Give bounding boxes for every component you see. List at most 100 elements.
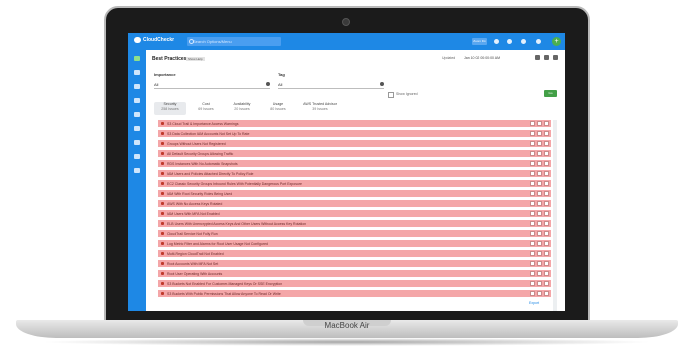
sidebar-cloud-icon[interactable] xyxy=(134,84,140,89)
info-icon[interactable] xyxy=(530,181,535,186)
expand-icon[interactable] xyxy=(544,251,549,256)
ignore-icon[interactable] xyxy=(537,171,542,176)
print-icon[interactable] xyxy=(544,55,549,60)
ignore-icon[interactable] xyxy=(537,131,542,136)
sidebar-mail-icon[interactable] xyxy=(134,154,140,159)
list-item[interactable]: RDS Instances With No Automatic Snapshot… xyxy=(158,160,551,168)
help-icon[interactable] xyxy=(507,39,512,44)
sidebar-list-icon[interactable] xyxy=(134,56,140,61)
list-item[interactable]: All Default Security Groups Allowing Tra… xyxy=(158,150,551,158)
info-icon[interactable] xyxy=(530,151,535,156)
expand-icon[interactable] xyxy=(544,201,549,206)
expand-icon[interactable] xyxy=(544,141,549,146)
export-link[interactable]: Export xyxy=(529,301,539,305)
list-item[interactable]: Log Metric Filter and Alarms for Root Us… xyxy=(158,240,551,248)
ignore-icon[interactable] xyxy=(537,231,542,236)
list-item[interactable]: S3 Data Collection IAM Accounts Not Set … xyxy=(158,130,551,138)
info-icon[interactable] xyxy=(530,241,535,246)
ignore-icon[interactable] xyxy=(537,181,542,186)
expand-icon[interactable] xyxy=(544,131,549,136)
close-icon[interactable] xyxy=(535,55,540,60)
ignore-icon[interactable] xyxy=(537,201,542,206)
expand-icon[interactable] xyxy=(544,211,549,216)
info-icon[interactable] xyxy=(530,221,535,226)
ignore-icon[interactable] xyxy=(537,161,542,166)
info-icon[interactable] xyxy=(530,231,535,236)
info-icon[interactable] xyxy=(530,191,535,196)
sidebar-shield-icon[interactable] xyxy=(134,98,140,103)
expand-icon[interactable] xyxy=(544,261,549,266)
search-input[interactable]: Search Options/Menu xyxy=(187,37,281,46)
info-icon[interactable] xyxy=(530,251,535,256)
show-ignored-checkbox[interactable] xyxy=(388,92,394,98)
ignore-icon[interactable] xyxy=(537,211,542,216)
ignore-icon[interactable] xyxy=(537,271,542,276)
list-item[interactable]: EC2 Classic Security Groups Inbound Rule… xyxy=(158,180,551,188)
ignore-icon[interactable] xyxy=(537,141,542,146)
sidebar-dollar-icon[interactable] xyxy=(134,112,140,117)
list-item[interactable]: IAM With Root Security Roles Being Used xyxy=(158,190,551,198)
list-item[interactable]: ELB Users With Unencrypted Access Keys A… xyxy=(158,220,551,228)
tab-usage[interactable]: Usage 80 Issues xyxy=(262,102,294,112)
list-item[interactable]: AWS With No Access Keys Rotated xyxy=(158,200,551,208)
list-item[interactable]: Groups Without Users Not Registered xyxy=(158,140,551,148)
ignore-icon[interactable] xyxy=(537,221,542,226)
info-icon[interactable] xyxy=(530,261,535,266)
show-help-badge[interactable]: Show Help xyxy=(186,57,205,61)
ignore-icon[interactable] xyxy=(537,251,542,256)
list-item[interactable]: IAM Users and Policies Attached Directly… xyxy=(158,170,551,178)
ignore-icon[interactable] xyxy=(537,241,542,246)
info-icon[interactable] xyxy=(530,201,535,206)
ignore-icon[interactable] xyxy=(537,261,542,266)
sidebar-tag-icon[interactable] xyxy=(134,140,140,145)
sidebar-grid-icon[interactable] xyxy=(134,70,140,75)
tab-cost[interactable]: Cost 69 Issues xyxy=(190,102,222,112)
info-icon[interactable] xyxy=(530,161,535,166)
scrollbar[interactable] xyxy=(553,120,557,311)
importance-select[interactable]: All xyxy=(154,81,270,89)
settings-icon[interactable] xyxy=(536,39,541,44)
expand-icon[interactable] xyxy=(544,151,549,156)
sidebar-chart-icon[interactable] xyxy=(134,126,140,131)
list-item[interactable]: Root User Operating With Accounts xyxy=(158,270,551,278)
expand-icon[interactable] xyxy=(544,231,549,236)
tab-availability[interactable]: Availability 20 Issues xyxy=(226,102,258,112)
list-item[interactable]: Root Accounts With MFA Not Set xyxy=(158,260,551,268)
ignore-icon[interactable] xyxy=(537,191,542,196)
info-icon[interactable] xyxy=(530,171,535,176)
expand-icon[interactable] xyxy=(544,221,549,226)
info-icon[interactable] xyxy=(530,291,535,296)
list-item[interactable]: CloudTrail Service Not Fully Run xyxy=(158,230,551,238)
sidebar-settings-icon[interactable] xyxy=(134,168,140,173)
ignore-icon[interactable] xyxy=(537,151,542,156)
app-logo[interactable]: CloudCheckr xyxy=(134,37,174,43)
ignore-icon[interactable] xyxy=(537,291,542,296)
go-button[interactable]: Go xyxy=(544,90,557,97)
info-icon[interactable] xyxy=(530,121,535,126)
tab-aws-trusted-advisor[interactable]: AWS Trusted Advisor 39 Issues xyxy=(298,102,342,112)
user-icon[interactable] xyxy=(521,39,526,44)
ignore-icon[interactable] xyxy=(537,121,542,126)
expand-icon[interactable] xyxy=(544,281,549,286)
tab-security[interactable]: Security 258 Issues xyxy=(154,102,186,115)
tag-select[interactable]: All xyxy=(278,81,384,89)
list-item[interactable]: S3 Cloud Trail & Importance Access Warni… xyxy=(158,120,551,128)
info-icon[interactable] xyxy=(530,211,535,216)
list-item[interactable]: S3 Buckets With Public Permissions That … xyxy=(158,290,551,298)
zoom-fix-button[interactable]: Zoom Fix xyxy=(472,38,487,45)
list-item[interactable]: IAM Users With MFA Not Enabled xyxy=(158,210,551,218)
notification-icon[interactable] xyxy=(494,39,499,44)
expand-icon[interactable] xyxy=(544,191,549,196)
expand-icon[interactable] xyxy=(544,291,549,296)
expand-icon[interactable] xyxy=(544,161,549,166)
export-icon[interactable] xyxy=(553,55,558,60)
add-button[interactable]: + xyxy=(552,37,561,46)
info-icon[interactable] xyxy=(530,271,535,276)
ignore-icon[interactable] xyxy=(537,281,542,286)
list-item[interactable]: S3 Buckets Not Enabled For Customer-Mana… xyxy=(158,280,551,288)
info-icon[interactable] xyxy=(530,131,535,136)
list-item[interactable]: Multi-Region CloudTrail Not Enabled xyxy=(158,250,551,258)
info-icon[interactable] xyxy=(530,281,535,286)
expand-icon[interactable] xyxy=(544,181,549,186)
expand-icon[interactable] xyxy=(544,241,549,246)
